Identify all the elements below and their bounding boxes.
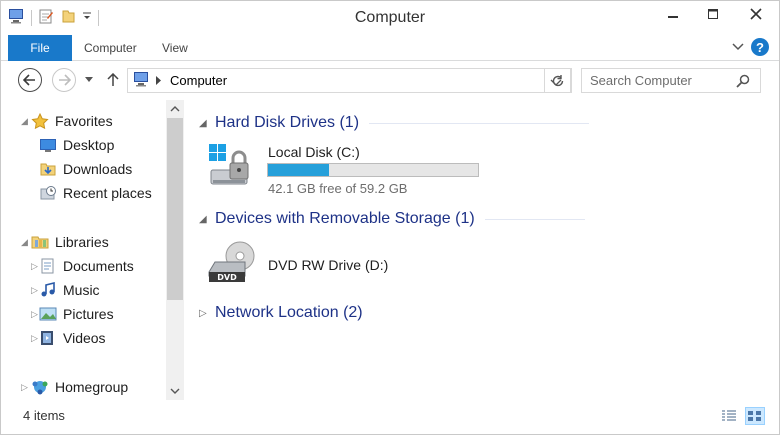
drive-name: DVD RW Drive (D:)	[268, 257, 389, 273]
drive-free-space: 42.1 GB free of 59.2 GB	[268, 181, 408, 196]
status-bar: 4 items	[1, 401, 779, 434]
nav-label: Homegroup	[55, 379, 129, 395]
recent-locations-dropdown[interactable]	[81, 68, 97, 92]
ribbon-right-controls: ?	[731, 38, 769, 56]
nav-downloads[interactable]: Downloads	[39, 158, 132, 180]
breadcrumb-chevron-icon[interactable]	[156, 73, 162, 88]
homegroup-icon	[31, 379, 49, 395]
nav-documents[interactable]: Documents	[39, 255, 134, 277]
tab-view[interactable]: View	[162, 41, 188, 55]
search-input[interactable]	[590, 73, 730, 88]
search-box[interactable]	[581, 68, 761, 93]
back-button[interactable]	[18, 68, 42, 92]
up-button[interactable]	[103, 68, 123, 92]
forward-button[interactable]	[52, 68, 76, 92]
group-title: Network Location (2)	[215, 304, 363, 321]
documents-icon	[39, 258, 57, 274]
nav-pictures[interactable]: Pictures	[39, 303, 114, 325]
music-icon	[39, 281, 57, 298]
nav-label: Favorites	[55, 113, 113, 129]
star-icon	[31, 112, 49, 130]
nav-videos[interactable]: Videos	[39, 327, 106, 349]
ribbon-tabs: File Computer View ?	[1, 35, 779, 61]
close-button[interactable]	[733, 1, 779, 27]
videos-icon	[39, 330, 57, 346]
nav-desktop[interactable]: Desktop	[39, 134, 114, 156]
nav-label: Music	[63, 282, 100, 298]
collapse-favorites-icon[interactable]: ◢	[21, 116, 28, 127]
nav-label: Documents	[63, 258, 134, 274]
downloads-icon	[39, 161, 57, 177]
collapse-libraries-icon[interactable]: ◢	[21, 237, 28, 248]
capacity-bar-fill	[268, 164, 329, 176]
locked-drive-icon	[207, 142, 259, 197]
nav-label: Libraries	[55, 234, 109, 250]
nav-favorites[interactable]: Favorites	[31, 110, 113, 132]
svg-text:DVD: DVD	[217, 273, 237, 282]
navigation-pane: ◢ Favorites Desktop Downloads Recent pla…	[1, 100, 185, 400]
dvd-drive-icon: DVD	[207, 238, 259, 289]
libraries-icon	[31, 234, 49, 250]
scroll-up-arrow-icon[interactable]	[166, 100, 184, 118]
nav-label: Recent places	[63, 185, 152, 201]
details-view-button[interactable]	[719, 407, 739, 425]
expand-homegroup-icon[interactable]: ▷	[21, 382, 28, 393]
maximize-button[interactable]	[693, 1, 733, 27]
nav-label: Downloads	[63, 161, 133, 177]
group-network-location[interactable]: ▷ Network Location (2)	[199, 304, 363, 322]
nav-scrollbar[interactable]	[166, 100, 184, 400]
scroll-down-arrow-icon[interactable]	[166, 382, 184, 400]
group-title: Devices with Removable Storage (1)	[215, 210, 475, 227]
collapse-group-icon[interactable]: ◢	[199, 214, 207, 225]
expand-ribbon-icon[interactable]	[731, 40, 745, 55]
group-title: Hard Disk Drives (1)	[215, 114, 360, 131]
pictures-icon	[39, 306, 57, 322]
group-hard-disk-drives[interactable]: ◢ Hard Disk Drives (1)	[199, 114, 590, 132]
help-button[interactable]: ?	[751, 38, 769, 56]
scrollbar-thumb[interactable]	[167, 118, 183, 300]
tiles-view-button[interactable]	[745, 407, 765, 425]
expand-group-icon[interactable]: ▷	[199, 308, 207, 319]
group-removable-storage[interactable]: ◢ Devices with Removable Storage (1)	[199, 210, 585, 228]
nav-label: Videos	[63, 330, 106, 346]
computer-icon	[132, 71, 150, 90]
expand-pictures-icon[interactable]: ▷	[31, 309, 38, 320]
nav-music[interactable]: Music	[39, 279, 100, 301]
address-field[interactable]: Computer	[127, 68, 571, 93]
nav-libraries[interactable]: Libraries	[31, 231, 109, 253]
nav-homegroup[interactable]: Homegroup	[31, 376, 128, 398]
nav-label: Desktop	[63, 137, 115, 153]
group-divider	[369, 122, 590, 124]
item-count: 4 items	[23, 408, 65, 423]
window-controls	[653, 1, 779, 27]
minimize-button[interactable]	[653, 1, 693, 27]
address-bar-row: Computer	[1, 62, 779, 100]
content-pane: ◢ Hard Disk Drives (1) Local Disk (C:) 4…	[185, 100, 779, 400]
desktop-icon	[39, 137, 57, 153]
nav-recent-places[interactable]: Recent places	[39, 182, 152, 204]
collapse-group-icon[interactable]: ◢	[199, 118, 207, 129]
explorer-window: Computer File Computer View ? Computer S…	[0, 0, 780, 435]
tab-file[interactable]: File	[8, 35, 72, 61]
search-icon[interactable]	[736, 74, 750, 91]
expand-documents-icon[interactable]: ▷	[31, 261, 38, 272]
expand-videos-icon[interactable]: ▷	[31, 333, 38, 344]
expand-music-icon[interactable]: ▷	[31, 285, 38, 296]
nav-label: Pictures	[63, 306, 114, 322]
view-switcher	[719, 407, 765, 425]
group-divider	[484, 218, 585, 220]
tab-computer[interactable]: Computer	[84, 41, 137, 55]
drive-name: Local Disk (C:)	[268, 144, 360, 160]
refresh-button[interactable]	[544, 68, 572, 93]
title-bar: Computer	[1, 1, 779, 35]
breadcrumb-computer[interactable]: Computer	[170, 73, 227, 88]
recent-places-icon	[39, 185, 57, 201]
capacity-bar	[267, 163, 479, 177]
